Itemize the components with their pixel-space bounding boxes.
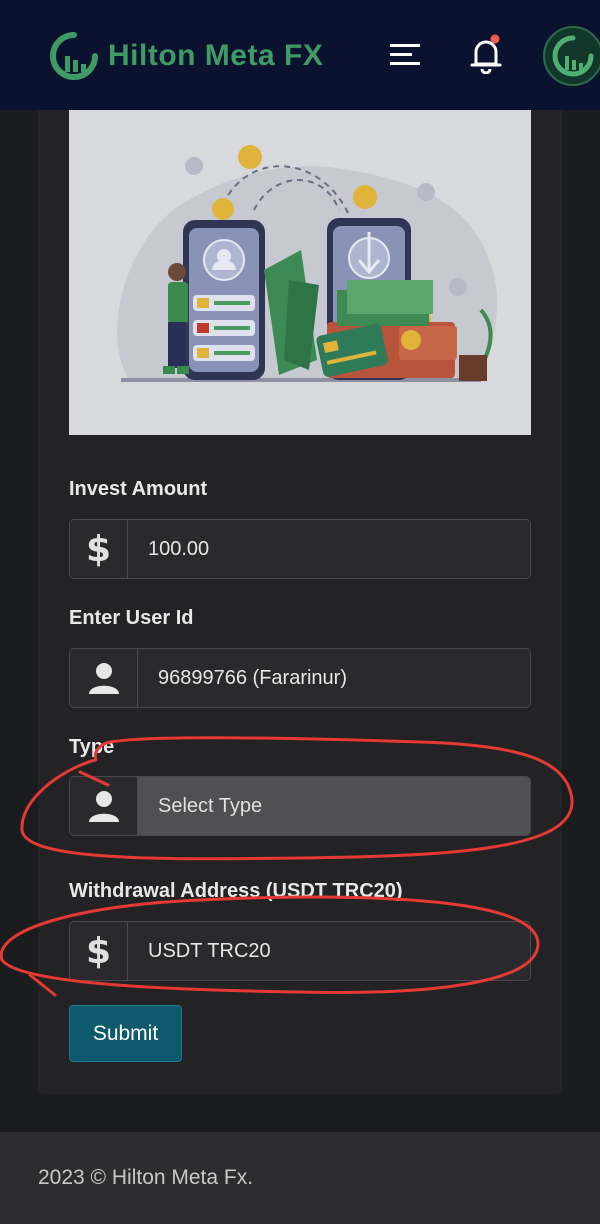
bell-icon[interactable] [468, 34, 504, 74]
dollar-icon: $ [70, 520, 128, 578]
top-navbar: Hilton Meta FX [0, 0, 600, 110]
footer: 2023 © Hilton Meta Fx. [0, 1132, 600, 1224]
withdrawal-address-label: Withdrawal Address (USDT TRC20) [69, 880, 403, 902]
avatar-logo-icon [547, 30, 599, 82]
user-icon [70, 777, 138, 835]
invest-amount-input[interactable]: 100.00 [128, 520, 530, 578]
notification-dot [490, 34, 500, 44]
copyright-text: 2023 © Hilton Meta Fx. [38, 1166, 254, 1189]
withdrawal-address-input[interactable]: USDT TRC20 [128, 922, 530, 980]
money-transfer-illustration [117, 145, 498, 382]
invest-card: Invest Amount $ 100.00 Enter User Id 968… [38, 110, 562, 1094]
type-select[interactable]: Select Type [138, 777, 530, 835]
withdrawal-address-group: $ USDT TRC20 [69, 921, 531, 981]
user-icon [70, 649, 138, 707]
dollar-icon: $ [70, 922, 128, 980]
brand-logo-icon [50, 32, 98, 80]
invest-amount-group: $ 100.00 [69, 519, 531, 579]
user-id-input[interactable]: 96899766 (Fararinur) [138, 649, 530, 707]
user-id-group: 96899766 (Fararinur) [69, 648, 531, 708]
submit-button[interactable]: Submit [69, 1005, 182, 1062]
brand-name: Hilton Meta FX [108, 39, 324, 72]
user-id-label: Enter User Id [69, 607, 194, 629]
hamburger-menu-icon[interactable] [390, 40, 422, 70]
type-group: Select Type [69, 776, 531, 836]
type-label: Type [69, 736, 115, 758]
brand[interactable]: Hilton Meta FX [48, 30, 323, 82]
invest-amount-label: Invest Amount [69, 478, 208, 500]
avatar[interactable] [543, 26, 600, 86]
hero-illustration [69, 110, 531, 435]
